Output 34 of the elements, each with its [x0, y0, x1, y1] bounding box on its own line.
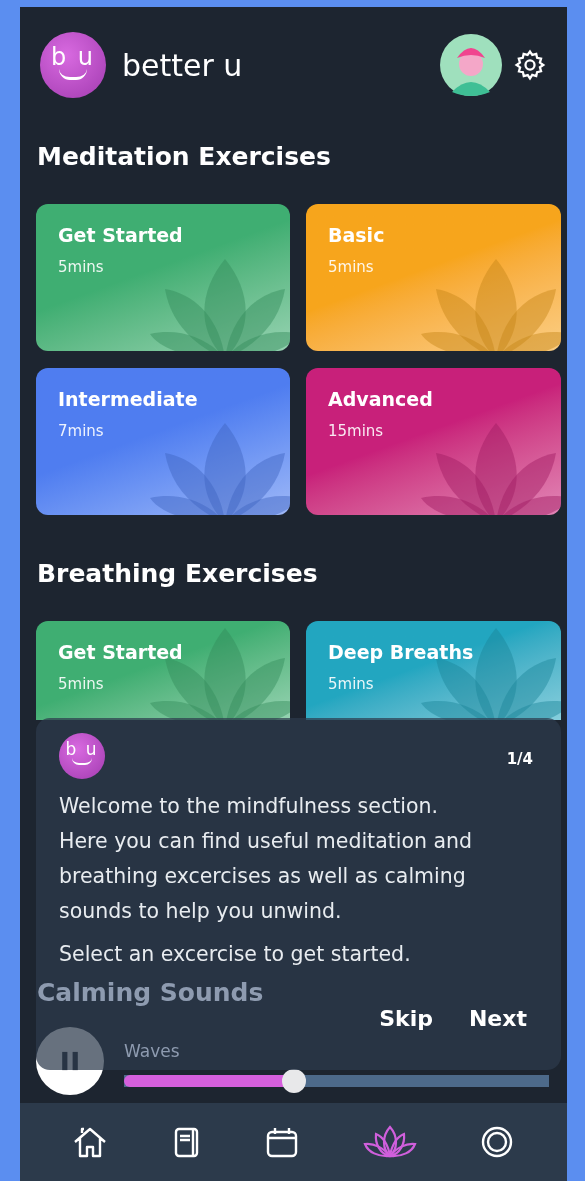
duration-label: 5mins — [58, 258, 105, 276]
step-counter: 1/4 — [506, 750, 533, 768]
exercise-card[interactable]: Advanced 15mins — [306, 368, 561, 515]
logo-icon: b u — [59, 733, 105, 779]
brand-name: better u — [122, 47, 243, 83]
exercise-card[interactable]: Get Started 5mins — [36, 204, 290, 351]
duration-label: 15mins — [328, 422, 385, 440]
tooltip-button[interactable]: Next — [462, 1002, 533, 1035]
card-title: Get Started — [58, 641, 184, 663]
tooltip-button[interactable]: Skip — [373, 1002, 439, 1035]
duration-label: 7mins — [58, 422, 105, 440]
section-title: Calming Sounds — [37, 978, 264, 1007]
logo-icon: b u — [40, 32, 106, 98]
exercise-card[interactable]: Deep Breaths 5mins — [306, 621, 561, 720]
card-title: Basic — [328, 224, 386, 246]
section-title: Breathing Exercises — [37, 559, 319, 588]
slider-thumb[interactable] — [282, 1069, 306, 1093]
progress-slider[interactable] — [124, 1069, 549, 1093]
card-title: Deep Breaths — [328, 641, 475, 663]
exercise-card[interactable]: Basic 5mins — [306, 204, 561, 351]
duration-label: 5mins — [328, 675, 375, 693]
avatar-icon[interactable] — [440, 34, 502, 96]
track-name: Waves — [124, 1041, 180, 1061]
tooltip-hint: Select an excercise to get started. — [59, 941, 411, 968]
exercise-card[interactable]: Intermediate 7mins — [36, 368, 290, 515]
exercise-card[interactable]: Get Started 5mins — [36, 621, 290, 720]
card-title: Get Started — [58, 224, 184, 246]
settings-icon[interactable] — [513, 48, 547, 82]
section-title: Meditation Exercises — [37, 142, 332, 171]
card-title: Intermediate — [58, 388, 199, 410]
duration-label: 5mins — [328, 258, 375, 276]
duration-label: 5mins — [58, 675, 105, 693]
tooltip-message: Welcome to the mindfulness section. Here you can find useful meditation and breathing excercises as well as calming sounds to help you unwind. — [59, 793, 474, 925]
card-title: Advanced — [328, 388, 434, 410]
